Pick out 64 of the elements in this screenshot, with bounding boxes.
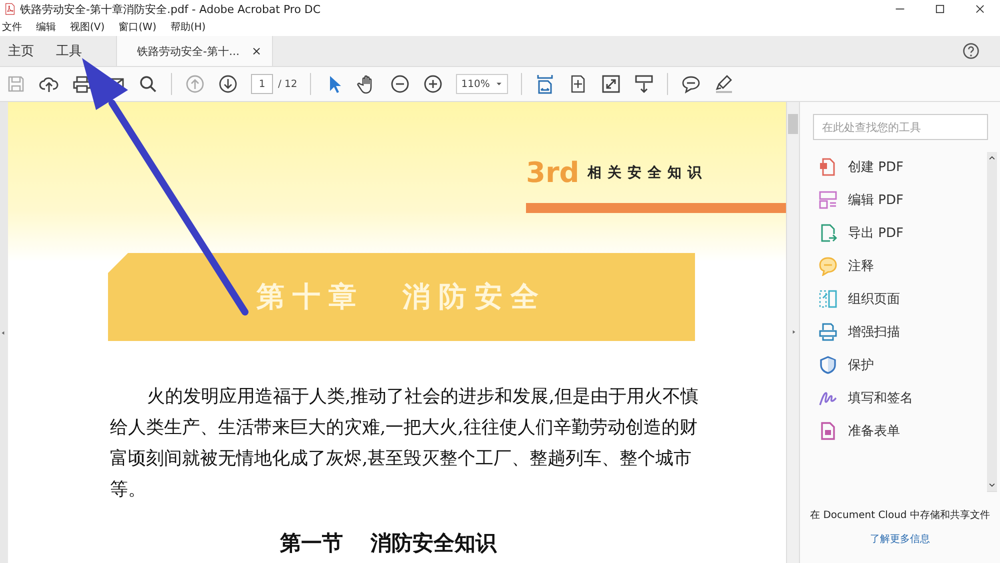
zoom-dropdown[interactable]: 110% bbox=[456, 74, 508, 94]
tool-item[interactable]: 创建 PDF bbox=[818, 157, 987, 177]
scrollbar[interactable] bbox=[786, 102, 799, 563]
search-icon[interactable] bbox=[138, 74, 158, 94]
zoom-out-icon[interactable] bbox=[390, 74, 410, 94]
tab-label: 铁路劳动安全-第十... bbox=[137, 44, 240, 58]
highlighter-icon[interactable] bbox=[714, 74, 734, 94]
cloud-note: 在 Document Cloud 中存储和共享文件 bbox=[810, 508, 990, 522]
menu-item[interactable]: 文件 bbox=[2, 19, 22, 35]
learn-more-link[interactable]: 了解更多信息 bbox=[870, 532, 930, 546]
tool-search-field[interactable]: 在此处查找您的工具 bbox=[813, 114, 988, 140]
window-title: 铁路劳动安全-第十章消防安全.pdf - Adobe Acrobat Pro DC bbox=[20, 2, 322, 16]
tab[interactable]: 主页 bbox=[0, 36, 48, 66]
tool-label: 填写和签名 bbox=[848, 390, 913, 407]
tab[interactable]: 工具 bbox=[48, 36, 96, 66]
tool-item[interactable]: 保护 bbox=[818, 355, 987, 375]
keyboard-arrow-icon[interactable] bbox=[634, 74, 654, 94]
tool-label: 编辑 PDF bbox=[848, 192, 904, 209]
printer-icon[interactable] bbox=[72, 74, 92, 94]
close-tab-button[interactable]: × bbox=[249, 44, 264, 58]
speech-bubble-icon[interactable] bbox=[681, 74, 702, 94]
tab[interactable]: 铁路劳动安全-第十... × bbox=[116, 36, 273, 66]
caret-down-icon bbox=[495, 80, 504, 88]
menu-item[interactable]: 视图(V) bbox=[70, 19, 105, 35]
tool-item[interactable]: 导出 PDF bbox=[818, 223, 987, 243]
header-title: 相关安全知识 bbox=[587, 164, 708, 182]
close-icon[interactable] bbox=[974, 3, 986, 15]
tool-label: 增强扫描 bbox=[848, 324, 900, 341]
body-paragraph: 火的发明应用造福于人类,推动了社会的进步和发展,但是由于用火不慎给人类生产、生活带来巨大的灾难,一把大火,往往使人们辛勤劳动创造的财富顷刻间就被无情地化成了灰烬,甚至毁灭整个工厂、整趟列车、整个城市等。 bbox=[110, 385, 700, 502]
tab-label: 主页 bbox=[8, 43, 34, 60]
tool-label: 准备表单 bbox=[848, 423, 900, 440]
tool-item[interactable]: 填写和签名 bbox=[818, 388, 987, 408]
menu-item[interactable]: 帮助(H) bbox=[170, 19, 206, 35]
chapter-title: 第十章 消防安全 bbox=[108, 253, 695, 341]
tool-label: 保护 bbox=[848, 357, 874, 374]
page-number-field[interactable]: 1 bbox=[251, 74, 273, 94]
scrollbar[interactable] bbox=[987, 152, 997, 492]
tool-item[interactable]: 组织页面 bbox=[818, 289, 987, 309]
page-count: / 12 bbox=[278, 78, 298, 90]
menu-item[interactable]: 窗口(W) bbox=[118, 19, 156, 35]
scrollbar-thumb[interactable] bbox=[788, 114, 798, 134]
tab-label: 工具 bbox=[56, 43, 82, 60]
tool-item[interactable]: 注释 bbox=[818, 256, 987, 276]
section-title: 第一节 消防安全知识 bbox=[279, 530, 498, 557]
help-icon[interactable] bbox=[962, 42, 980, 60]
collapse-left-icon[interactable] bbox=[0, 328, 6, 336]
tool-label: 注释 bbox=[848, 258, 874, 275]
tool-item[interactable]: 增强扫描 bbox=[818, 322, 987, 342]
zoom-in-icon[interactable] bbox=[423, 74, 444, 94]
maximize-icon[interactable] bbox=[934, 3, 946, 15]
tool-label: 组织页面 bbox=[848, 291, 900, 308]
fit-width-icon[interactable] bbox=[535, 74, 556, 94]
tool-item[interactable]: 编辑 PDF bbox=[818, 190, 987, 210]
menu-item[interactable]: 编辑 bbox=[36, 19, 56, 35]
tool-item[interactable]: 准备表单 bbox=[818, 421, 987, 441]
tool-label: 导出 PDF bbox=[848, 225, 904, 242]
expand-icon[interactable] bbox=[601, 74, 622, 94]
expand-right-icon[interactable] bbox=[791, 328, 797, 336]
scroll-down-icon[interactable] bbox=[988, 481, 996, 489]
scroll-up-icon[interactable] bbox=[988, 154, 996, 162]
arrow-down-icon[interactable] bbox=[218, 74, 238, 94]
header-mark: 3rd bbox=[526, 156, 580, 189]
tool-label: 创建 PDF bbox=[848, 159, 904, 176]
zoom-value: 110% bbox=[461, 78, 490, 90]
